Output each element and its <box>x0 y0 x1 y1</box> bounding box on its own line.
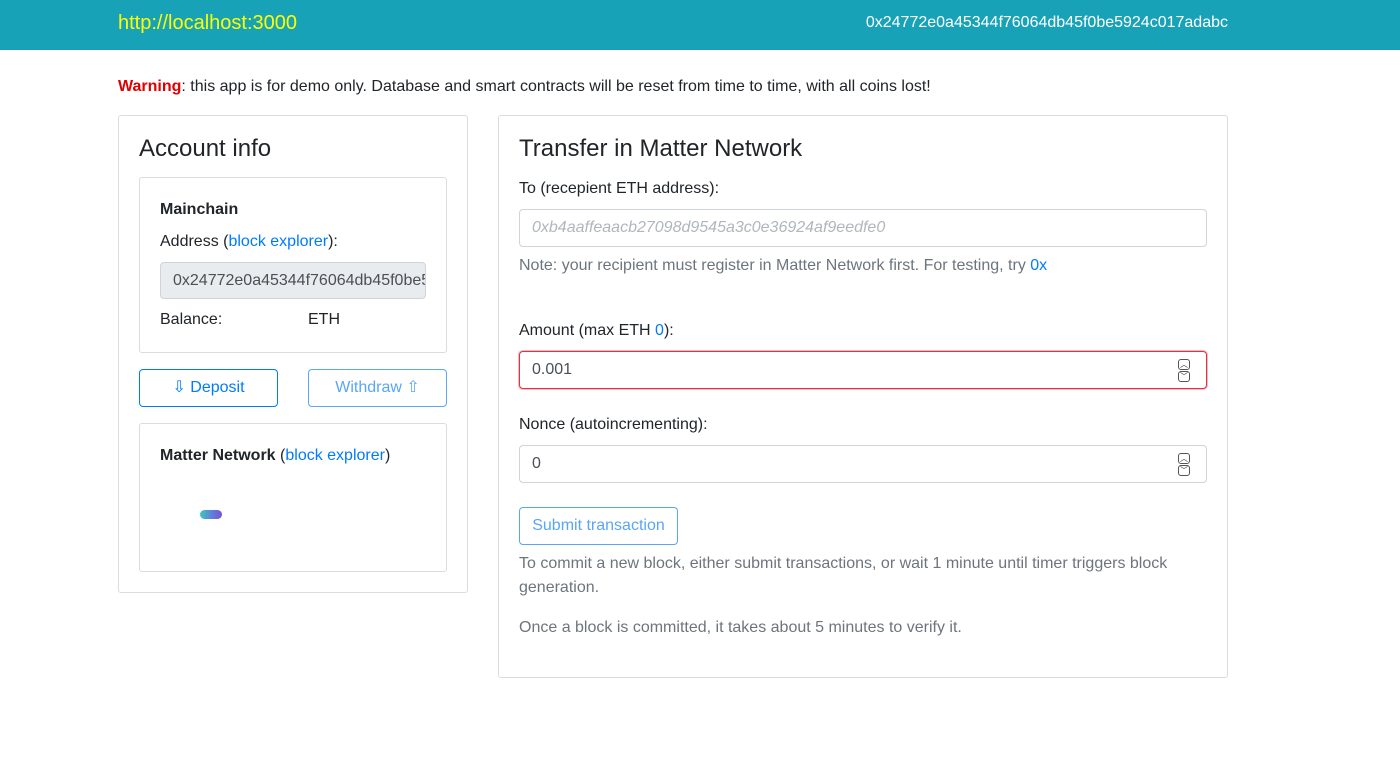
chevron-up-icon[interactable]: ︿ <box>1178 359 1190 370</box>
commit-info: To commit a new block, either submit tra… <box>519 555 1168 596</box>
chevron-down-icon[interactable]: ﹀ <box>1178 371 1190 382</box>
verify-info: Once a block is committed, it takes abou… <box>519 619 962 636</box>
address-label-prefix: Address ( <box>160 233 229 250</box>
mainchain-address-label: Address (block explorer): <box>160 233 338 251</box>
nonce-value: 0 <box>532 455 541 472</box>
account-info-title: Account info <box>139 135 272 162</box>
deposit-button[interactable]: ⇩ Deposit <box>139 369 278 407</box>
top-navbar: http://localhost:3000 0x24772e0a45344f76… <box>0 0 1400 50</box>
amount-input[interactable]: 0.001 ︿ ﹀ <box>519 351 1207 389</box>
nonce-input[interactable]: 0 ︿ ﹀ <box>519 445 1207 483</box>
nonce-label: Nonce (autoincrementing): <box>519 416 708 433</box>
matter-block-explorer-link[interactable]: block explorer <box>285 447 385 464</box>
matter-network-card <box>139 423 447 572</box>
mainchain-address-field[interactable]: 0x24772e0a45344f76064db45f0be5924c017ada… <box>160 262 426 299</box>
to-label: To (recepient ETH address): <box>519 180 720 197</box>
balance-label: Balance: <box>160 311 223 328</box>
demo-warning: Warning: this app is for demo only. Data… <box>118 78 931 96</box>
mainchain-title: Mainchain <box>160 201 239 218</box>
amount-max-link[interactable]: 0 <box>655 322 664 339</box>
submit-transaction-button[interactable]: Submit transaction <box>519 507 678 545</box>
host-url[interactable]: http://localhost:3000 <box>118 12 297 35</box>
matter-prefix: ( <box>275 447 286 464</box>
matter-network-title: Matter Network <box>160 447 276 464</box>
amount-label-suffix: ): <box>663 322 674 339</box>
withdraw-button[interactable]: Withdraw ⇧ <box>308 369 447 407</box>
warning-label: Warning <box>118 78 182 95</box>
mainchain-block-explorer-link[interactable]: block explorer <box>228 233 328 250</box>
matter-network-heading: Matter Network (block explorer) <box>160 447 390 465</box>
transfer-title: Transfer in Matter Network <box>519 135 803 162</box>
warning-text: : this app is for demo only. Database an… <box>181 78 931 95</box>
recipient-note: Note: your recipient must register in Ma… <box>519 254 1047 278</box>
amount-value: 0.001 <box>532 361 573 378</box>
amount-label-prefix: Amount (max ETH <box>519 322 656 339</box>
chevron-up-icon[interactable]: ︿ <box>1178 453 1190 464</box>
wallet-address: 0x24772e0a45344f76064db45f0be5924c017ada… <box>865 14 1228 31</box>
address-label-suffix: ): <box>328 233 338 250</box>
balance-unit: ETH <box>308 311 340 328</box>
matter-suffix: ) <box>384 447 391 464</box>
test-address-link[interactable]: 0x <box>1030 257 1047 274</box>
nonce-stepper[interactable]: ︿ ﹀ <box>1178 453 1192 477</box>
note-text: Note: your recipient must register in Ma… <box>519 257 1031 274</box>
chevron-down-icon[interactable]: ﹀ <box>1178 465 1190 476</box>
amount-label: Amount (max ETH 0): <box>519 322 674 340</box>
balance-value: ETH <box>308 311 340 329</box>
loading-spinner-icon <box>200 510 222 519</box>
recipient-address-input[interactable]: 0xb4aaffeaacb27098d9545a3c0e36924af9eedf… <box>519 209 1207 247</box>
amount-stepper[interactable]: ︿ ﹀ <box>1178 359 1192 383</box>
